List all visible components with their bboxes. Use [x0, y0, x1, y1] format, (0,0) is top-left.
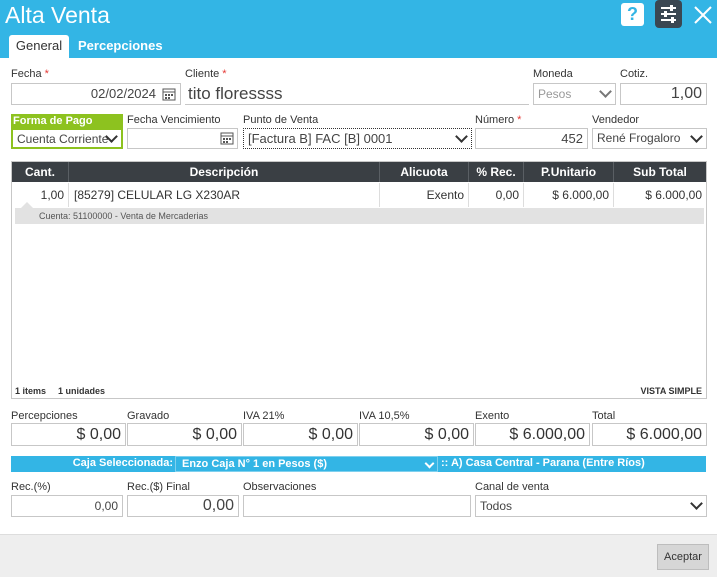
numero-label: Número *	[475, 114, 522, 126]
window-title: Alta Venta	[5, 2, 110, 28]
row-account-detail: Cuenta: 51100000 - Venta de Mercaderias	[15, 208, 704, 224]
fecha-venc-label: Fecha Vencimiento	[127, 114, 221, 126]
moneda-value: Pesos	[538, 87, 572, 101]
caja-value: Enzo Caja N° 1 en Pesos ($)	[182, 458, 327, 470]
rec-final-input[interactable]: 0,00	[127, 495, 239, 517]
col-descripcion[interactable]: Descripción	[69, 162, 380, 182]
view-mode-toggle[interactable]: VISTA SIMPLE	[640, 386, 702, 396]
row-descripcion[interactable]: [85279] CELULAR LG X230AR	[69, 183, 380, 207]
forma-pago-value: Cuenta Corriente	[17, 132, 109, 146]
total-label: Total	[592, 410, 616, 422]
vendedor-value: René Frogaloro	[597, 131, 681, 145]
col-cant[interactable]: Cant.	[12, 162, 69, 182]
grid-footer: 1 items 1 unidades VISTA SIMPLE	[12, 385, 706, 399]
col-rec[interactable]: % Rec.	[469, 162, 524, 182]
punto-venta-value: [Factura B] FAC [B] 0001	[248, 131, 393, 146]
caja-select[interactable]: Enzo Caja N° 1 en Pesos ($)	[175, 456, 438, 472]
close-button[interactable]	[690, 2, 716, 28]
row-alicuota[interactable]: Exento	[380, 183, 469, 207]
row-punitario[interactable]: $ 6.000,00	[524, 183, 614, 207]
numero-input[interactable]: 452	[475, 128, 588, 149]
cliente-label: Cliente *	[185, 68, 227, 80]
punto-venta-label: Punto de Venta	[243, 114, 319, 126]
chevron-down-icon	[455, 129, 468, 143]
help-icon: ?	[627, 4, 638, 24]
observaciones-label: Observaciones	[243, 481, 317, 493]
cotiz-label: Cotiz.	[620, 68, 649, 80]
percepciones-label: Percepciones	[11, 410, 78, 422]
exento-value: $ 6.000,00	[475, 423, 590, 446]
chevron-down-icon	[599, 85, 612, 98]
cliente-input[interactable]: tito floressss	[185, 83, 529, 105]
chevron-down-icon	[424, 458, 435, 469]
dialog-footer	[0, 534, 717, 577]
row-rec[interactable]: 0,00	[469, 183, 524, 207]
fecha-label: Fecha *	[11, 68, 49, 80]
punto-venta-select[interactable]: [Factura B] FAC [B] 0001	[243, 128, 472, 149]
chevron-down-icon	[690, 129, 703, 143]
gravado-label: Gravado	[127, 410, 170, 422]
forma-pago-label: Forma de Pago	[11, 114, 123, 128]
rec-pct-label: Rec.(%)	[11, 481, 51, 493]
close-icon	[694, 6, 712, 24]
iva105-value: $ 0,00	[359, 423, 474, 446]
fecha-value: 02/02/2024	[90, 86, 156, 101]
row-subtotal[interactable]: $ 6.000,00	[614, 183, 706, 207]
canal-select[interactable]: Todos	[475, 495, 707, 517]
grid-header: Cant. Descripción Alicuota % Rec. P.Unit…	[12, 162, 706, 182]
items-grid: Cant. Descripción Alicuota % Rec. P.Unit…	[11, 161, 707, 399]
sliders-icon	[661, 5, 676, 23]
total-value: $ 6.000,00	[592, 423, 707, 446]
fecha-input[interactable]: 02/02/2024	[11, 83, 181, 105]
forma-pago-select[interactable]: Cuenta Corriente	[11, 128, 123, 149]
unit-count: 1 unidades	[58, 386, 106, 396]
item-count: 1 items	[15, 386, 47, 396]
iva21-value: $ 0,00	[243, 423, 358, 446]
col-subtotal[interactable]: Sub Total	[614, 162, 706, 182]
observaciones-input[interactable]	[243, 495, 471, 517]
accept-button[interactable]: Aceptar	[657, 544, 709, 570]
gravado-value: $ 0,00	[127, 423, 242, 446]
calendar-icon[interactable]	[162, 87, 176, 101]
canal-value: Todos	[480, 499, 513, 513]
caja-label: Caja Seleccionada:	[72, 457, 173, 469]
tab-general[interactable]: General	[9, 35, 69, 58]
settings-button[interactable]	[655, 0, 682, 28]
tab-percepciones[interactable]: Percepciones	[78, 35, 163, 58]
moneda-select[interactable]: Pesos	[533, 83, 616, 105]
col-alicuota[interactable]: Alicuota	[380, 162, 469, 182]
vendedor-select[interactable]: René Frogaloro	[592, 128, 707, 149]
chevron-down-icon	[690, 497, 703, 510]
calendar-icon[interactable]	[220, 131, 234, 145]
percepciones-value: $ 0,00	[11, 423, 126, 446]
rec-final-label: Rec.($) Final	[127, 481, 190, 493]
cotiz-input[interactable]: 1,00	[620, 83, 707, 105]
caja-bar: Caja Seleccionada: Enzo Caja N° 1 en Pes…	[11, 456, 706, 472]
iva21-label: IVA 21%	[243, 410, 285, 422]
iva105-label: IVA 10,5%	[359, 410, 410, 422]
exento-label: Exento	[475, 410, 510, 422]
vendedor-label: Vendedor	[592, 114, 640, 126]
moneda-label: Moneda	[533, 68, 573, 80]
rec-pct-input[interactable]: 0,00	[11, 495, 123, 517]
branch-label: :: A) Casa Central - Parana (Entre Ríos)	[441, 457, 645, 469]
canal-label: Canal de venta	[475, 481, 549, 493]
help-button[interactable]: ?	[621, 3, 644, 26]
col-punitario[interactable]: P.Unitario	[524, 162, 614, 182]
